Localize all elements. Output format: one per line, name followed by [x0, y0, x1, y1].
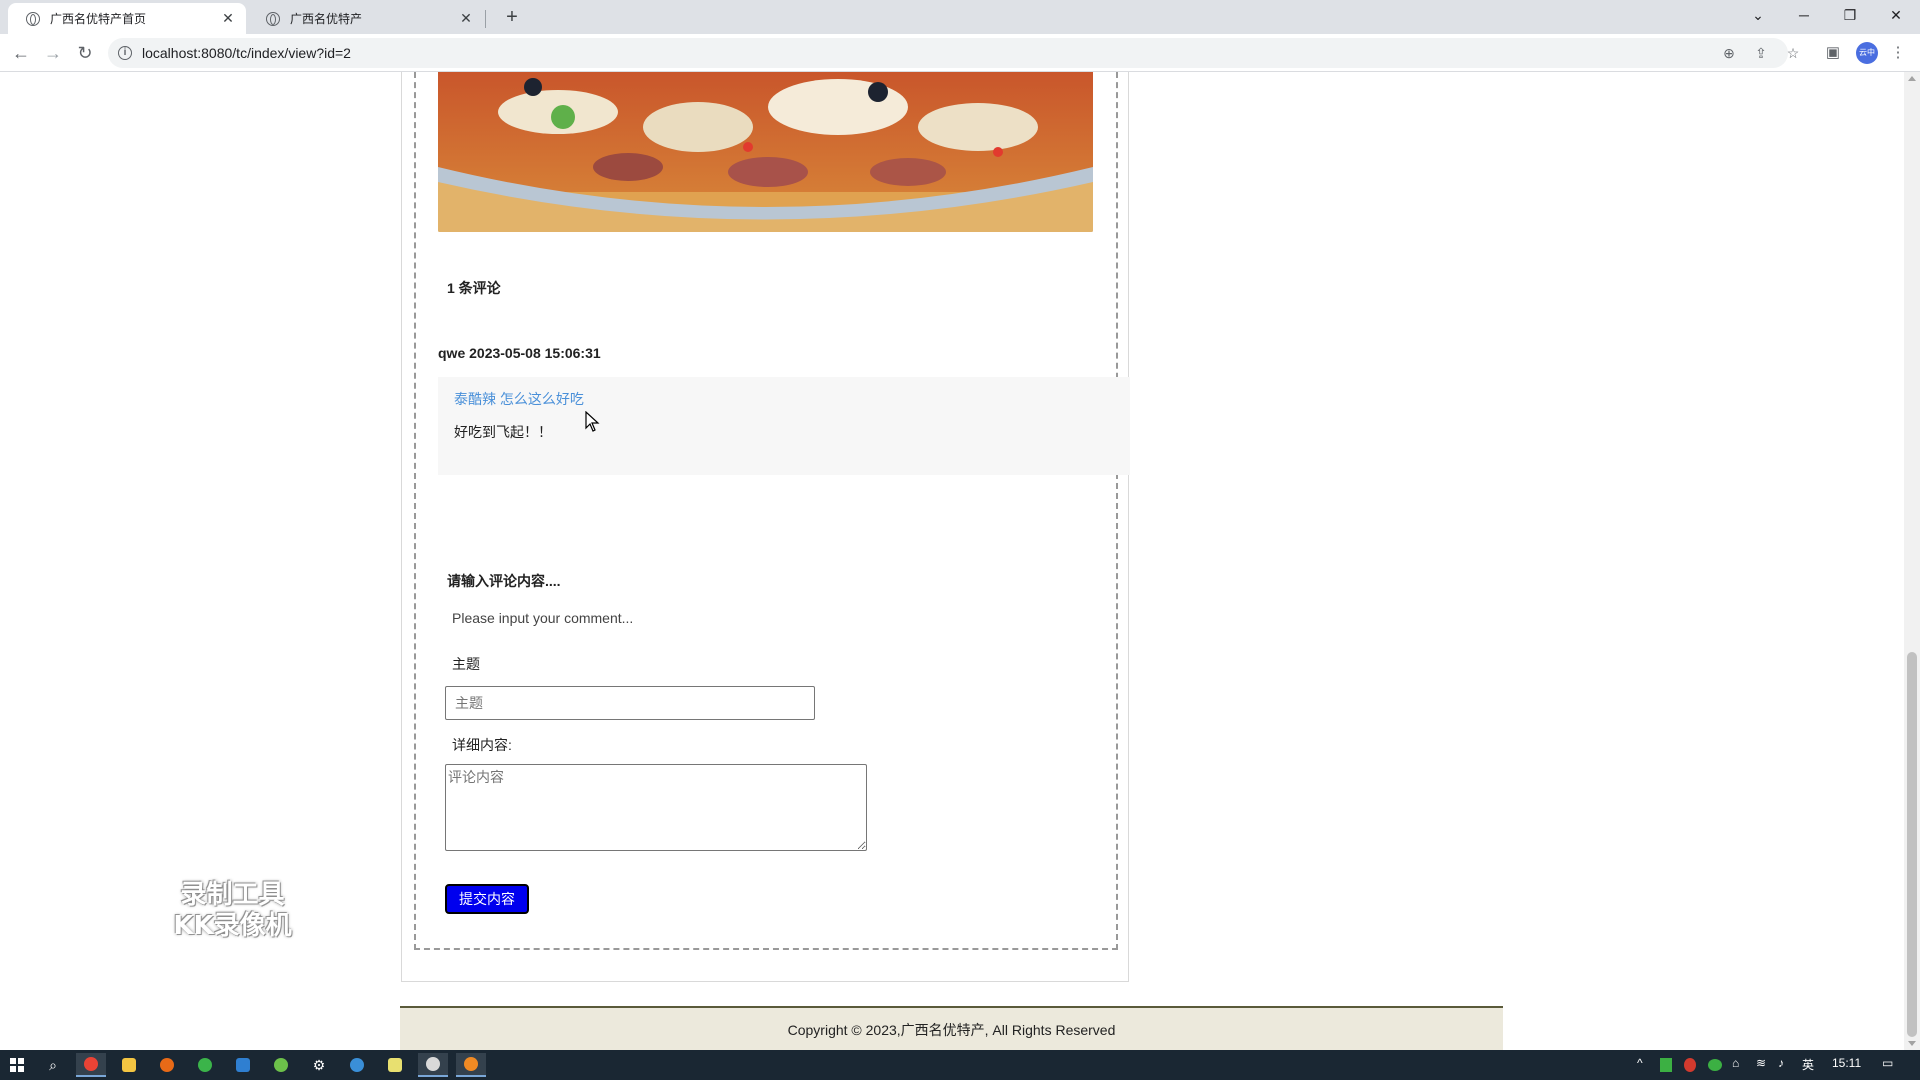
scroll-down-arrow-icon[interactable]	[1908, 1041, 1916, 1046]
close-tab-icon[interactable]: ✕	[458, 10, 474, 27]
profile-avatar[interactable]: 云中	[1856, 42, 1878, 64]
tray-volume-icon[interactable]: ♪	[1778, 1056, 1784, 1070]
close-window-button[interactable]: ✕	[1874, 0, 1918, 30]
food-photo	[438, 72, 1093, 232]
chrome-icon	[84, 1057, 98, 1071]
watermark-line2: KK录像机	[173, 911, 292, 941]
comment-title: 泰酷辣 怎么这么好吃	[454, 391, 584, 407]
recorder-icon	[464, 1057, 478, 1071]
ime-indicator[interactable]: 英	[1802, 1056, 1814, 1073]
share-icon[interactable]: ⇪	[1751, 43, 1771, 63]
taskbar-search-button[interactable]: ⌕	[38, 1053, 68, 1077]
app-icon	[236, 1058, 250, 1072]
subject-input[interactable]	[445, 686, 815, 720]
info-icon[interactable]: i	[118, 46, 132, 60]
windows-icon	[10, 1058, 24, 1072]
comment-meta: qwe 2023-05-08 15:06:31	[438, 345, 601, 361]
taskbar-search-app[interactable]	[152, 1053, 182, 1077]
back-button[interactable]: ←	[8, 40, 34, 66]
globe-icon	[26, 11, 40, 26]
footer: Copyright © 2023,广西名优特产, All Rights Rese…	[400, 1006, 1503, 1050]
search-icon: ⌕	[49, 1056, 57, 1073]
taskbar-chrome[interactable]	[76, 1053, 106, 1077]
scroll-thumb[interactable]	[1907, 652, 1917, 1037]
taskbar-notepad[interactable]	[380, 1053, 410, 1077]
footer-copyright: Copyright © 2023,广西名优特产, All Rights Rese…	[787, 1022, 1116, 1038]
taskbar-app-green[interactable]	[266, 1053, 296, 1077]
tab-title: 广西名优特产	[290, 12, 363, 26]
tray-expand-icon[interactable]: ^	[1637, 1056, 1643, 1070]
folder-icon	[122, 1058, 136, 1072]
tray-wechat-icon[interactable]	[1708, 1059, 1722, 1071]
menu-icon[interactable]: ⋮	[1887, 42, 1909, 64]
start-button[interactable]	[2, 1053, 32, 1077]
comment-count: 1 条评论	[447, 280, 501, 296]
new-tab-button[interactable]: +	[498, 4, 526, 30]
taskbar-wechat[interactable]	[190, 1053, 220, 1077]
tab-divider	[485, 10, 486, 28]
globe-icon	[266, 11, 280, 26]
wechat-icon	[198, 1058, 212, 1072]
taskbar-settings[interactable]: ⚙	[304, 1053, 334, 1077]
restore-button[interactable]: ❐	[1828, 0, 1872, 30]
side-panel-icon[interactable]: ▣	[1822, 42, 1844, 64]
comment-body: 好吃到飞起！！	[454, 424, 552, 440]
tab-home[interactable]: 广西名优特产首页 ✕	[8, 3, 246, 34]
page-scrollbar[interactable]	[1904, 72, 1920, 1050]
watermark-line1: 录制工具	[180, 880, 285, 910]
tab-bar: 广西名优特产首页 ✕ 广西名优特产 ✕ + ⌄ ─ ❐ ✕	[0, 0, 1920, 34]
reload-button[interactable]: ↻	[72, 40, 98, 66]
taskbar-app-search[interactable]	[342, 1053, 372, 1077]
minimize-button[interactable]: ─	[1782, 0, 1826, 30]
detail-label: 详细内容:	[452, 737, 512, 753]
url-text[interactable]: localhost:8080/tc/index/view?id=2	[142, 45, 351, 61]
comment-form-subheading: Please input your comment...	[452, 610, 634, 626]
taskbar-app-record[interactable]	[418, 1053, 448, 1077]
comment-card: 泰酷辣 怎么这么好吃 好吃到飞起！！	[438, 377, 1130, 475]
tab-search-icon[interactable]: ⌄	[1736, 0, 1780, 30]
address-bar[interactable]: i localhost:8080/tc/index/view?id=2 ⊕ ⇪ …	[108, 38, 1799, 68]
forward-button[interactable]: →	[40, 40, 66, 66]
tab-product[interactable]: 广西名优特产 ✕	[248, 3, 484, 34]
app-icon	[350, 1058, 364, 1072]
product-image	[438, 72, 1093, 232]
comment-form-heading: 请输入评论内容....	[447, 573, 561, 589]
tray-wifi-icon[interactable]: ≋	[1756, 1056, 1766, 1070]
detail-textarea[interactable]	[445, 764, 867, 851]
tray-qq-icon[interactable]	[1684, 1058, 1696, 1072]
clock[interactable]: 15:11	[1832, 1056, 1861, 1070]
taskbar-kk-recorder[interactable]	[456, 1053, 486, 1077]
bookmark-star-icon[interactable]: ☆	[1783, 43, 1803, 63]
zoom-icon[interactable]: ⊕	[1719, 43, 1739, 63]
taskbar: ⌕ ⚙ ^ ⌂ ≋ ♪ 英 15:11 ▭	[0, 1050, 1920, 1080]
tab-title: 广西名优特产首页	[50, 12, 147, 26]
recorder-watermark: 录制工具 KK录像机	[160, 880, 305, 942]
gear-icon: ⚙	[312, 1056, 326, 1073]
app-icon	[274, 1058, 288, 1072]
scroll-up-arrow-icon[interactable]	[1908, 76, 1916, 81]
page-viewport: 1 条评论 qwe 2023-05-08 15:06:31 泰酷辣 怎么这么好吃…	[0, 72, 1904, 1050]
browser-toolbar: ← → ↻ i localhost:8080/tc/index/view?id=…	[0, 34, 1920, 72]
tray-network-icon[interactable]: ⌂	[1732, 1056, 1739, 1070]
close-tab-icon[interactable]: ✕	[220, 10, 236, 27]
subject-label: 主题	[452, 656, 480, 672]
search-app-icon	[160, 1058, 174, 1072]
submit-button[interactable]: 提交内容	[445, 884, 529, 914]
notification-icon[interactable]: ▭	[1882, 1056, 1893, 1070]
mouse-cursor-icon	[585, 411, 600, 432]
notepad-icon	[388, 1058, 402, 1072]
taskbar-app-blue[interactable]	[228, 1053, 258, 1077]
tray-app-icon[interactable]	[1660, 1058, 1672, 1072]
app-icon	[426, 1057, 440, 1071]
taskbar-explorer[interactable]	[114, 1053, 144, 1077]
